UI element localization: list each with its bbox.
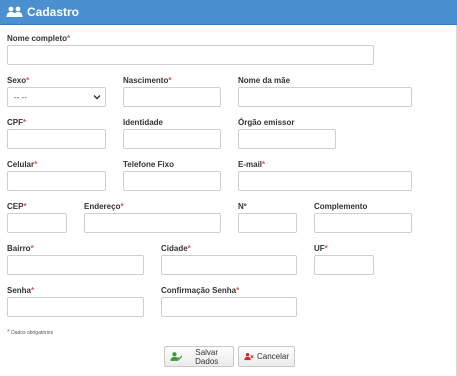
confirmacao-senha-input[interactable] bbox=[161, 297, 297, 317]
email-label: E-mail* bbox=[238, 160, 266, 169]
user-check-icon bbox=[170, 352, 183, 361]
save-button-label: Salvar Dados bbox=[195, 347, 219, 366]
bairro-label: Bairro* bbox=[7, 244, 34, 253]
celular-label: Celular* bbox=[7, 160, 38, 169]
cep-input[interactable] bbox=[7, 213, 67, 233]
telefone-fixo-input[interactable] bbox=[123, 171, 221, 191]
identidade-label: Identidade bbox=[123, 118, 164, 127]
complemento-input[interactable] bbox=[314, 213, 412, 233]
numero-label: Nº bbox=[238, 202, 247, 211]
endereco-label: Endereço* bbox=[84, 202, 124, 211]
bairro-input[interactable] bbox=[7, 255, 144, 275]
cancel-button-label: Cancelar bbox=[256, 352, 289, 361]
sexo-select[interactable]: -- -- bbox=[7, 87, 106, 107]
chevron-down-icon bbox=[93, 95, 101, 100]
cpf-input[interactable] bbox=[7, 129, 106, 149]
orgao-emissor-input[interactable] bbox=[238, 129, 336, 149]
cep-label: CEP* bbox=[7, 202, 27, 211]
complemento-label: Complemento bbox=[314, 202, 368, 211]
celular-input[interactable] bbox=[7, 171, 106, 191]
uf-input[interactable] bbox=[314, 255, 374, 275]
senha-label: Senha* bbox=[7, 286, 35, 295]
email-input[interactable] bbox=[238, 171, 412, 191]
save-button[interactable]: Salvar Dados bbox=[164, 346, 234, 367]
sexo-selected-value: -- -- bbox=[14, 92, 27, 102]
nome-completo-input[interactable] bbox=[7, 45, 374, 65]
page-title: Cadastro bbox=[27, 5, 80, 19]
confirmacao-senha-label: Confirmação Senha* bbox=[161, 286, 240, 295]
nome-mae-label: Nome da mãe bbox=[238, 76, 291, 85]
form-header: Cadastro bbox=[0, 0, 457, 25]
cancel-button[interactable]: Cancelar bbox=[238, 346, 295, 367]
nascimento-input[interactable] bbox=[123, 87, 221, 107]
cpf-label: CPF* bbox=[7, 118, 27, 127]
numero-input[interactable] bbox=[238, 213, 297, 233]
user-x-icon bbox=[244, 353, 254, 361]
uf-label: UF* bbox=[314, 244, 328, 253]
telefone-fixo-label: Telefone Fixo bbox=[123, 160, 174, 169]
cidade-label: Cidade* bbox=[161, 244, 191, 253]
nome-completo-label: Nome completo* bbox=[7, 34, 71, 43]
nome-mae-input[interactable] bbox=[238, 87, 412, 107]
cidade-input[interactable] bbox=[161, 255, 297, 275]
senha-input[interactable] bbox=[7, 297, 144, 317]
required-footnote: * Dados obrigatórios bbox=[7, 329, 54, 336]
identidade-input[interactable] bbox=[123, 129, 221, 149]
endereco-input[interactable] bbox=[84, 213, 221, 233]
nascimento-label: Nascimento* bbox=[123, 76, 172, 85]
sexo-label: Sexo* bbox=[7, 76, 30, 85]
users-icon bbox=[6, 6, 24, 18]
orgao-emissor-label: Órgão emissor bbox=[238, 118, 295, 127]
